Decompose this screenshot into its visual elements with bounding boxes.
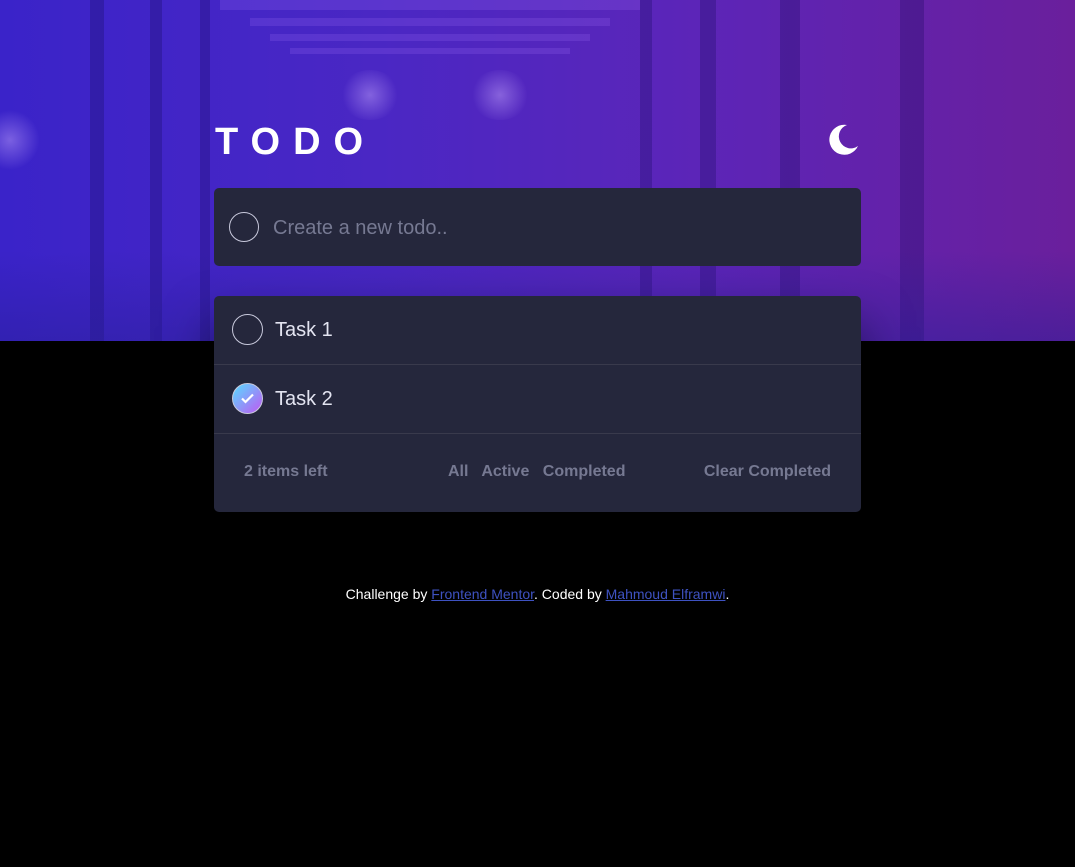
- hero-background-image: [0, 0, 1075, 341]
- items-left-count: 2 items left: [244, 463, 328, 480]
- attribution: Challenge by Frontend Mentor. Coded by M…: [0, 586, 1075, 602]
- todo-list: Task 1 Task 2 2 items left All Active Co…: [214, 296, 861, 512]
- moon-icon[interactable]: [825, 122, 861, 158]
- frontend-mentor-link[interactable]: Frontend Mentor: [431, 586, 534, 602]
- filter-group: All Active Completed: [448, 463, 634, 481]
- todo-checkbox-checked[interactable]: [232, 383, 263, 414]
- header: TODO: [214, 118, 861, 166]
- filter-active[interactable]: Active: [481, 463, 529, 480]
- clear-completed-button[interactable]: Clear Completed: [704, 463, 831, 481]
- attribution-prefix: Challenge by: [345, 586, 432, 602]
- new-todo-bar: [214, 188, 861, 266]
- new-todo-circle[interactable]: [229, 212, 259, 242]
- attribution-middle: . Coded by: [534, 586, 606, 602]
- filter-completed[interactable]: Completed: [543, 463, 626, 480]
- todo-item[interactable]: Task 1: [214, 296, 861, 365]
- author-link[interactable]: Mahmoud Elframwi: [606, 586, 726, 602]
- check-icon: [241, 393, 254, 404]
- todo-label: Task 1: [275, 319, 333, 341]
- todo-checkbox[interactable]: [232, 314, 263, 345]
- new-todo-input[interactable]: [271, 210, 835, 246]
- attribution-suffix: .: [725, 586, 730, 602]
- app-title: TODO: [215, 121, 377, 163]
- filter-all[interactable]: All: [448, 463, 468, 480]
- todo-label: Task 2: [275, 388, 333, 410]
- list-footer: 2 items left All Active Completed Clear …: [214, 434, 861, 512]
- todo-item[interactable]: Task 2: [214, 365, 861, 434]
